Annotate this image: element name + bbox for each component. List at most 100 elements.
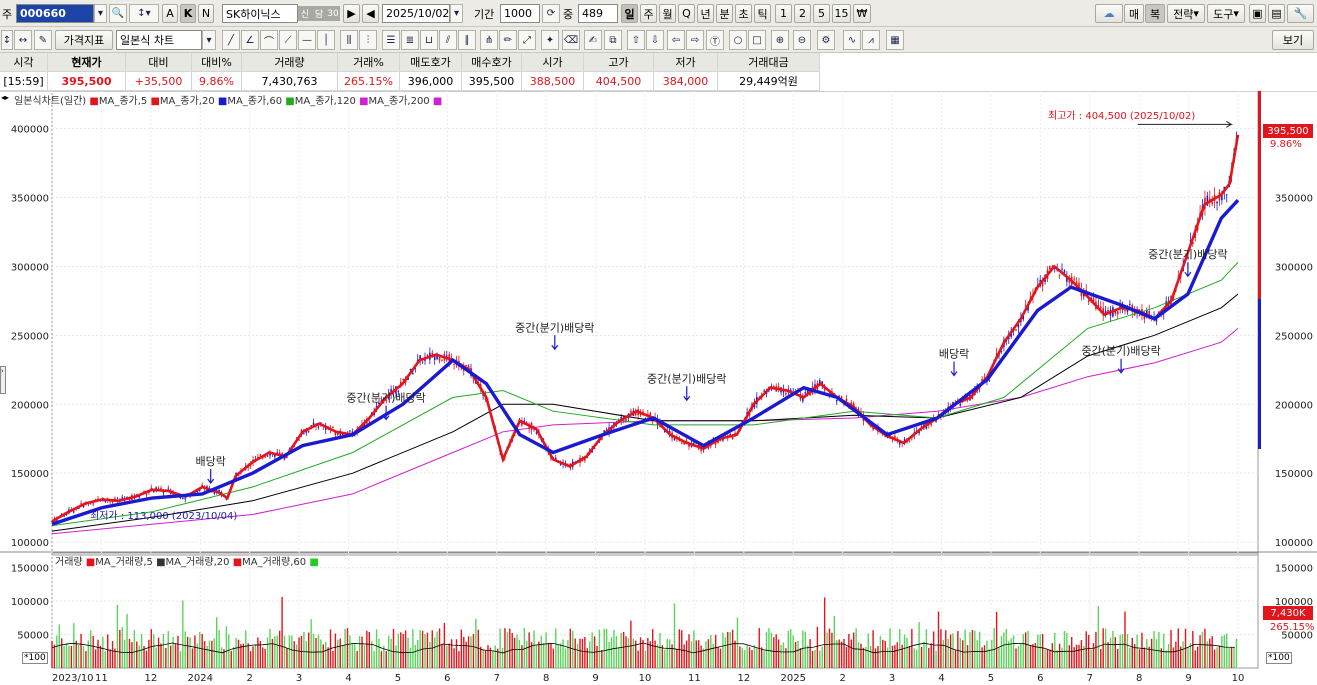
- price-chart[interactable]: 배당락중간(분기)배당락중간(분기)배당락중간(분기)배당락배당락 중간(분기)배…: [0, 91, 1317, 685]
- volume-bar: [1061, 647, 1063, 668]
- search-icon[interactable]: 🔍: [109, 4, 127, 23]
- period-quarter-button[interactable]: Q: [678, 4, 695, 23]
- chart-type-select[interactable]: 일본식 차트: [116, 30, 202, 50]
- period-minute-button[interactable]: 분: [716, 4, 733, 23]
- parallel-tool-icon[interactable]: ∥: [458, 30, 476, 50]
- interval-2-button[interactable]: 2: [794, 4, 811, 23]
- view-button[interactable]: 보기: [1272, 30, 1314, 50]
- sort-dropdown-icon[interactable]: ↕▾: [129, 4, 159, 23]
- fan-tool-icon[interactable]: ⟋: [279, 30, 297, 50]
- eraser-icon[interactable]: ⌫: [562, 30, 580, 50]
- period-week-button[interactable]: 주: [640, 4, 657, 23]
- volume-bar: [1005, 628, 1008, 668]
- side-panel-toggle[interactable]: ›: [0, 366, 6, 394]
- settings-icon[interactable]: ⚙: [817, 30, 835, 50]
- fibonacci-retrace-icon[interactable]: ☰: [382, 30, 400, 50]
- zoom-in-icon[interactable]: ⊕: [771, 30, 789, 50]
- wrench-icon[interactable]: 🔧: [1287, 4, 1314, 23]
- volume-bar: [1235, 638, 1238, 668]
- interval-5-button[interactable]: 5: [813, 4, 830, 23]
- volume-bar: [976, 640, 978, 668]
- horizontal-expand-icon[interactable]: ↔: [14, 30, 32, 50]
- volume-bar: [453, 648, 455, 668]
- rectangle-tool-icon[interactable]: □: [748, 30, 766, 50]
- date-dropdown-icon[interactable]: ▾: [450, 4, 463, 23]
- note-tool-icon[interactable]: ✍: [584, 30, 602, 50]
- interval-15-button[interactable]: 15: [832, 4, 851, 23]
- stock-code-input[interactable]: 000660: [16, 4, 94, 23]
- edit-icon[interactable]: ✎: [34, 30, 52, 50]
- indicator-button[interactable]: 가격지표: [55, 30, 113, 50]
- period-month-button[interactable]: 월: [659, 4, 676, 23]
- candle-body: [283, 457, 286, 460]
- zoom-out-icon[interactable]: ⊖: [793, 30, 811, 50]
- tools-button[interactable]: 도구 ▾: [1207, 4, 1245, 23]
- open-folder-icon[interactable]: ▣: [1249, 4, 1266, 23]
- toggle-n-button[interactable]: N: [198, 4, 214, 23]
- volume-bar: [90, 630, 92, 668]
- cycle-tool-icon[interactable]: ⫼: [340, 30, 358, 50]
- gann-tool-icon[interactable]: ⊔: [420, 30, 438, 50]
- event-label: 배당락: [196, 455, 226, 468]
- horizontal-line-icon[interactable]: —: [298, 30, 316, 50]
- volume-bar: [923, 641, 925, 668]
- angle-tool-icon[interactable]: ∠: [241, 30, 259, 50]
- period-input[interactable]: 1000: [500, 4, 540, 23]
- save-icon[interactable]: ▤: [1268, 4, 1285, 23]
- magic-wand-icon[interactable]: ✦: [541, 30, 559, 50]
- collapse-arrows-icon[interactable]: ◂▸: [1, 93, 9, 102]
- period-apply-icon[interactable]: ⟳: [542, 4, 560, 23]
- duplicate-button[interactable]: 복: [1145, 4, 1165, 23]
- cloud-icon[interactable]: ☁: [1095, 4, 1123, 23]
- fibonacci-fan-icon[interactable]: ≣: [401, 30, 419, 50]
- volume-bar: [288, 635, 291, 668]
- loan-badge: 담: [312, 6, 326, 21]
- interval-custom-icon[interactable]: ₩: [853, 4, 871, 23]
- text-tool-icon[interactable]: Ⓣ: [706, 30, 724, 50]
- period-year-button[interactable]: 년: [697, 4, 714, 23]
- copy-tool-icon[interactable]: ⧉: [604, 30, 622, 50]
- arrow-left-icon[interactable]: ⇦: [667, 30, 685, 50]
- arrow-up-icon[interactable]: ⇧: [627, 30, 645, 50]
- volume-bar: [482, 648, 484, 668]
- candle-body: [763, 390, 765, 392]
- pitchfork-tool-icon[interactable]: ⋔: [480, 30, 498, 50]
- volume-bar: [395, 645, 397, 668]
- vertical-expand-icon[interactable]: ↕: [1, 30, 13, 50]
- chart-type-dropdown-icon[interactable]: ▾: [202, 30, 216, 50]
- fibonacci-time-icon[interactable]: ⫶: [359, 30, 377, 50]
- arrow-right-icon[interactable]: ⇨: [686, 30, 704, 50]
- toggle-a-button[interactable]: A: [162, 4, 178, 23]
- period-second-button[interactable]: 초: [735, 4, 752, 23]
- circle-tool-icon[interactable]: ○: [729, 30, 747, 50]
- date-input[interactable]: 2025/10/02: [382, 4, 450, 23]
- interval-1-button[interactable]: 1: [775, 4, 792, 23]
- trendline-tool-icon[interactable]: ╱: [222, 30, 240, 50]
- channel-tool-icon[interactable]: ⫽: [439, 30, 457, 50]
- volume-bar: [366, 630, 368, 668]
- volume-bar: [94, 649, 97, 668]
- candle-body: [1063, 270, 1066, 273]
- play-forward-icon[interactable]: ▶: [343, 4, 360, 23]
- strategy-button[interactable]: 전략 ▾: [1167, 4, 1205, 23]
- candle-body: [72, 511, 75, 513]
- volume-bar: [1092, 643, 1095, 668]
- toggle-k-button[interactable]: K: [180, 4, 196, 23]
- play-back-icon[interactable]: ◀: [362, 4, 379, 23]
- arc-tool-icon[interactable]: ⌒: [260, 30, 278, 50]
- period-tick-button[interactable]: 틱: [754, 4, 771, 23]
- buy-sell-button[interactable]: 매: [1124, 4, 1144, 23]
- arrow-down-icon[interactable]: ⇩: [646, 30, 664, 50]
- select-tool-icon[interactable]: ⤢: [518, 30, 536, 50]
- chart-export-icon[interactable]: ▦: [886, 30, 904, 50]
- volume-indicator-icon[interactable]: ⩘: [862, 30, 880, 50]
- volume-bar: [719, 648, 722, 668]
- candle-body: [1099, 306, 1102, 309]
- period-day-button[interactable]: 일: [621, 4, 638, 23]
- x-tick-label: 4: [938, 673, 944, 684]
- pencil-tool-icon[interactable]: ✏: [499, 30, 517, 50]
- code-dropdown-icon[interactable]: ▾: [94, 4, 107, 23]
- vertical-line-icon[interactable]: │: [317, 30, 335, 50]
- count-input[interactable]: 489: [578, 4, 618, 23]
- wave-indicator-icon[interactable]: ∿: [843, 30, 861, 50]
